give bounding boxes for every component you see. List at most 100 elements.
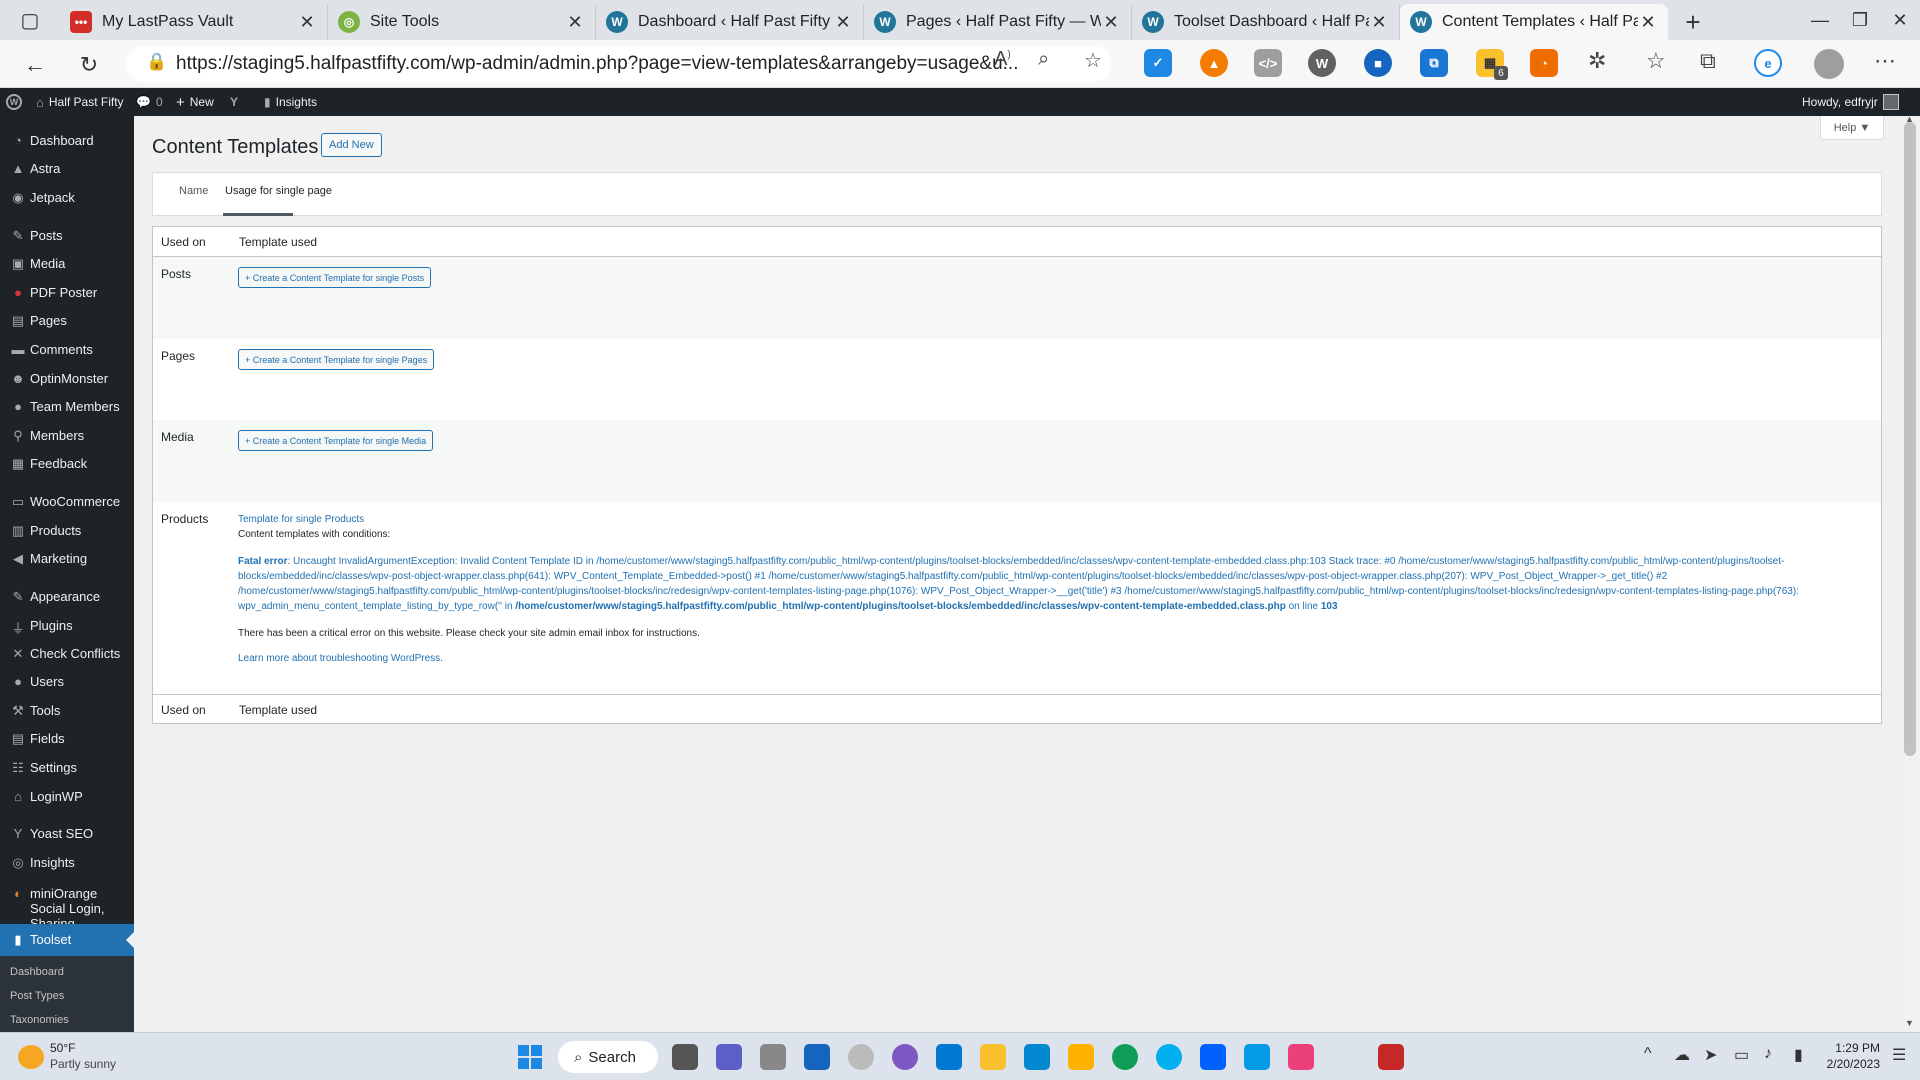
sidebar-item-fields[interactable]: ▤ Fields: [0, 731, 134, 747]
tab-actions-icon[interactable]: ▢: [0, 0, 60, 40]
learn-more-link[interactable]: Learn more about troubleshooting WordPre…: [238, 651, 1858, 666]
wordpress-logo-icon[interactable]: W: [6, 88, 22, 116]
sidebar-item-products[interactable]: ▥ Products: [0, 523, 134, 539]
taskbar-search[interactable]: ⌕ Search: [558, 1041, 658, 1073]
sidebar-item-dashboard[interactable]: ◔ Dashboard: [0, 133, 134, 148]
settings-gear-icon[interactable]: [760, 1044, 786, 1070]
sidebar-item-team-members[interactable]: ● Team Members: [0, 399, 134, 414]
template-single-products-link[interactable]: Template for single Products: [238, 512, 1858, 527]
minimize-icon[interactable]: —: [1800, 0, 1840, 40]
sidebar-item-pdf-poster[interactable]: ● PDF Poster: [0, 285, 134, 300]
window-close-icon[interactable]: ✕: [1880, 0, 1920, 40]
close-icon[interactable]: ✕: [1638, 12, 1658, 33]
submenu-item-post-types[interactable]: Post Types: [10, 990, 64, 1002]
tab-name[interactable]: Name: [179, 185, 208, 197]
address-bar[interactable]: 🔒 https://staging5.halfpastfifty.com/wp-…: [126, 46, 1112, 82]
close-icon[interactable]: ✕: [1101, 12, 1121, 33]
wordpress-app-icon[interactable]: [848, 1044, 874, 1070]
sidebar-item-woocommerce[interactable]: ▭ WooCommerce: [0, 494, 134, 510]
sidebar-item-plugins[interactable]: ⏚ Plugins: [0, 618, 134, 637]
site-name-link[interactable]: ⌂ Half Past Fifty: [36, 88, 124, 116]
create-template-pages-button[interactable]: + Create a Content Template for single P…: [238, 349, 435, 370]
network-icon[interactable]: ▭: [1734, 1045, 1749, 1065]
extension-tab-icon[interactable]: ⧉: [1420, 49, 1448, 77]
back-icon[interactable]: ←: [18, 48, 52, 82]
extension-lock-icon[interactable]: ▲: [1200, 49, 1228, 77]
task-view-icon[interactable]: [672, 1044, 698, 1070]
edge-taskbar-icon[interactable]: [1112, 1044, 1138, 1070]
submenu-item-dashboard[interactable]: Dashboard: [10, 966, 64, 978]
onedrive-icon[interactable]: ☁: [1674, 1045, 1690, 1065]
outlook-icon[interactable]: [936, 1044, 962, 1070]
browser-tab-content-templates[interactable]: W Content Templates ‹ Half Pa ✕: [1400, 4, 1668, 40]
extensions-puzzle-icon[interactable]: ✲: [1588, 48, 1606, 74]
start-icon[interactable]: [518, 1045, 542, 1069]
weather-sun-icon[interactable]: [18, 1045, 44, 1069]
sidebar-item-loginwp[interactable]: ⌂ LoginWP: [0, 789, 134, 804]
sidebar-item-settings[interactable]: ☷ Settings: [0, 760, 134, 776]
sidebar-item-media[interactable]: ▣ Media: [0, 256, 134, 272]
extension-bookmark-icon[interactable]: ■: [1364, 49, 1392, 77]
store-icon[interactable]: [804, 1044, 830, 1070]
notepad-icon[interactable]: [1024, 1044, 1050, 1070]
browser-tab-toolset-dashboard[interactable]: W Toolset Dashboard ‹ Half Pa ✕: [1132, 4, 1400, 40]
extension-shield-icon[interactable]: ✓: [1144, 49, 1172, 77]
clock-time[interactable]: 1:29 PM: [1824, 1041, 1880, 1055]
extension-code-icon[interactable]: </>: [1254, 49, 1282, 77]
create-template-media-button[interactable]: + Create a Content Template for single M…: [238, 430, 434, 451]
more-options-icon[interactable]: ⋯: [1874, 48, 1896, 74]
notification-icon[interactable]: ☰: [1892, 1045, 1906, 1065]
sidebar-item-tools[interactable]: ⚒ Tools: [0, 703, 134, 719]
browser-tab-dashboard[interactable]: W Dashboard ‹ Half Past Fifty — ✕: [596, 4, 864, 40]
new-content-link[interactable]: + New: [176, 88, 214, 116]
show-hidden-icons[interactable]: ^: [1644, 1045, 1652, 1063]
copilot-icon[interactable]: [892, 1044, 918, 1070]
sidebar-item-appearance[interactable]: ✎ Appearance: [0, 589, 134, 605]
edge-icon[interactable]: e: [1754, 49, 1782, 77]
calculator-icon[interactable]: [1244, 1044, 1270, 1070]
filezilla-icon[interactable]: [1378, 1044, 1404, 1070]
insights-link[interactable]: ▮ Insights: [264, 88, 317, 116]
zoom-icon[interactable]: ⌕: [1038, 48, 1049, 71]
sidebar-item-posts[interactable]: ✎ Posts: [0, 228, 134, 244]
read-aloud-icon[interactable]: A): [994, 48, 1011, 71]
volume-icon[interactable]: ♪: [1764, 1045, 1772, 1063]
close-icon[interactable]: ✕: [833, 12, 853, 33]
create-template-posts-button[interactable]: + Create a Content Template for single P…: [238, 267, 432, 288]
photos-icon[interactable]: [1288, 1044, 1314, 1070]
sidebar-item-feedback[interactable]: ▦ Feedback: [0, 456, 134, 472]
sidebar-item-optinmonster[interactable]: ☻ OptinMonster: [0, 371, 134, 386]
help-button[interactable]: Help ▼: [1820, 116, 1884, 140]
collections-icon[interactable]: ⧉: [1700, 48, 1716, 74]
sidebar-item-check-conflicts[interactable]: ✕ Check Conflicts: [0, 646, 134, 662]
add-new-button[interactable]: Add New: [321, 133, 382, 157]
page-scrollbar[interactable]: ▲ ▼: [1900, 114, 1920, 1032]
extension-wordpress-icon[interactable]: W: [1308, 49, 1336, 77]
my-account-link[interactable]: Howdy, edfryjr: [1802, 88, 1899, 116]
battery-icon[interactable]: ▮: [1794, 1045, 1803, 1065]
browser-tab-site-tools[interactable]: ◎ Site Tools ✕: [328, 4, 596, 40]
profile-avatar[interactable]: [1814, 49, 1844, 79]
rss-icon[interactable]: ◔: [1530, 49, 1558, 77]
refresh-icon[interactable]: ↻: [72, 48, 106, 82]
browser-tab-lastpass[interactable]: ••• My LastPass Vault ✕: [60, 4, 328, 40]
teams-icon[interactable]: [716, 1044, 742, 1070]
weather-temp[interactable]: 50°F: [50, 1041, 75, 1055]
sidebar-item-comments[interactable]: ▬ Comments: [0, 342, 134, 357]
skype-icon[interactable]: [1156, 1044, 1182, 1070]
sidebar-item-marketing[interactable]: ◀ Marketing: [0, 551, 134, 567]
sidebar-item-users[interactable]: ● Users: [0, 674, 134, 689]
comments-link[interactable]: 💬 0: [136, 88, 163, 116]
file-explorer-icon[interactable]: [980, 1044, 1006, 1070]
browser-tab-pages[interactable]: W Pages ‹ Half Past Fifty — Wo ✕: [864, 4, 1132, 40]
favorite-add-icon[interactable]: ☆: [1084, 48, 1102, 73]
scroll-down-icon[interactable]: ▼: [1905, 1018, 1914, 1028]
favorites-icon[interactable]: ☆: [1646, 48, 1666, 74]
restore-icon[interactable]: ❐: [1840, 0, 1880, 40]
submenu-item-taxonomies[interactable]: Taxonomies: [10, 1014, 69, 1026]
close-icon[interactable]: ✕: [1369, 12, 1389, 33]
sidebar-item-jetpack[interactable]: ◉ Jetpack: [0, 190, 134, 206]
close-icon[interactable]: ✕: [565, 12, 585, 33]
sidebar-item-toolset[interactable]: ▮ Toolset: [0, 924, 134, 956]
sidebar-item-members[interactable]: ⚲ Members: [0, 428, 134, 444]
